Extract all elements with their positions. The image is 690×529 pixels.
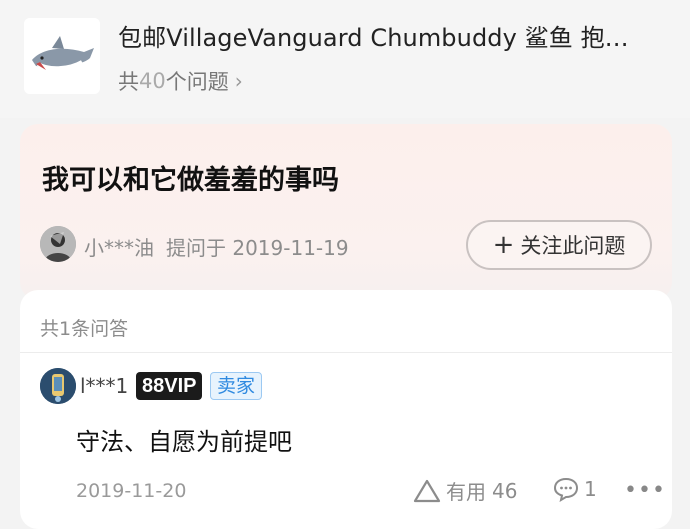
asker-avatar-icon	[40, 226, 76, 262]
triangle-up-icon	[413, 479, 441, 502]
avatar[interactable]	[40, 368, 76, 404]
question-card: 我可以和它做羞羞的事吗 小***油 提问于 2019-11-19 + 关注此问题	[20, 124, 672, 300]
answerer-avatar-icon	[40, 368, 76, 404]
seller-badge: 卖家	[210, 372, 263, 400]
plus-icon: +	[492, 230, 515, 260]
comment-button[interactable]: 1	[552, 476, 597, 502]
follow-label: 关注此问题	[520, 234, 626, 258]
product-title[interactable]: 包邮VillageVanguard Chumbuddy 鲨鱼 抱…	[118, 18, 678, 53]
question-count: 40	[139, 69, 166, 93]
question-count-link[interactable]: 共 40 个问题 ›	[118, 66, 243, 96]
useful-button[interactable]: 有用 46	[412, 476, 517, 505]
asked-date: 提问于 2019-11-19	[166, 236, 349, 260]
answerer-name[interactable]: l***1	[80, 374, 128, 398]
shark-plush-icon	[24, 18, 100, 94]
product-header[interactable]: 包邮VillageVanguard Chumbuddy 鲨鱼 抱… 共 40 个…	[0, 0, 690, 118]
more-icon[interactable]: •••	[624, 478, 666, 503]
comment-count: 1	[584, 477, 597, 501]
follow-question-button[interactable]: + 关注此问题	[466, 220, 652, 270]
question-title: 我可以和它做羞羞的事吗	[42, 165, 339, 196]
asker-name[interactable]: 小***油	[84, 232, 154, 261]
answer-count: 共1条问答	[40, 318, 129, 340]
divider	[20, 352, 672, 353]
vip-badge: 88VIP	[136, 372, 203, 400]
answer-text: 守法、自愿为前提吧	[76, 428, 292, 456]
chevron-right-icon: ›	[234, 69, 243, 93]
product-thumbnail[interactable]	[24, 18, 100, 94]
count-prefix: 共	[118, 70, 139, 94]
answer-date: 2019-11-20	[76, 480, 187, 502]
useful-count: 46	[492, 478, 518, 503]
comment-icon	[553, 477, 579, 502]
answers-card: 共1条问答 l***1 88VIP 卖家 守法、自愿为前提吧 2019-11-2…	[20, 290, 672, 529]
useful-label: 有用	[446, 480, 486, 504]
count-suffix: 个问题	[165, 70, 229, 94]
avatar[interactable]	[40, 226, 76, 262]
